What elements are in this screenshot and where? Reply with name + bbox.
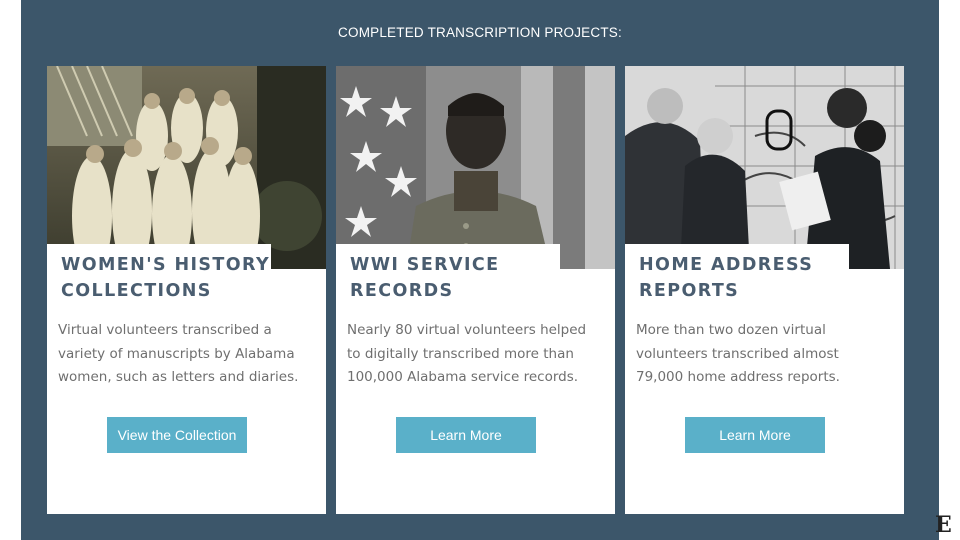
card-photo-women-group bbox=[47, 66, 326, 269]
project-card-home-address: HOME ADDRESS REPORTS More than two dozen… bbox=[625, 66, 904, 514]
card-title-line: WOMEN'S HISTORY bbox=[61, 255, 271, 275]
card-title-line: WWI SERVICE bbox=[350, 255, 500, 275]
card-description-line: Virtual volunteers transcribed a bbox=[58, 322, 272, 338]
card-title-box: WWI SERVICE RECORDS bbox=[336, 244, 560, 304]
card-title-line: RECORDS bbox=[350, 281, 454, 301]
card-description-line: More than two dozen virtual bbox=[636, 322, 826, 338]
card-description: Nearly 80 virtual volunteers helped to d… bbox=[347, 319, 609, 390]
card-description-line: women, such as letters and diaries. bbox=[58, 369, 299, 385]
card-description: Virtual volunteers transcribed a variety… bbox=[58, 319, 320, 390]
photo-soldier-portrait-icon bbox=[336, 66, 615, 269]
card-title-line: COLLECTIONS bbox=[61, 281, 212, 301]
card-description-line: to digitally transcribed more than bbox=[347, 345, 574, 362]
card-description-line: 79,000 home address reports. bbox=[636, 369, 840, 385]
project-card-womens-history: WOMEN'S HISTORY COLLECTIONS Virtual volu… bbox=[47, 66, 326, 514]
card-photo-women-map bbox=[625, 66, 904, 269]
card-description-line: 100,000 Alabama service records. bbox=[347, 369, 579, 385]
learn-more-button[interactable]: Learn More bbox=[685, 417, 825, 453]
card-title-box: HOME ADDRESS REPORTS bbox=[625, 244, 849, 304]
project-card-wwi-service: WWI SERVICE RECORDS Nearly 80 virtual vo… bbox=[336, 66, 615, 514]
card-title-box: WOMEN'S HISTORY COLLECTIONS bbox=[47, 244, 271, 304]
projects-panel: COMPLETED TRANSCRIPTION PROJECTS: WOMEN'… bbox=[21, 0, 939, 540]
photo-group-of-women-icon bbox=[47, 66, 326, 269]
edge-glyph: E bbox=[935, 512, 952, 538]
card-title-line: HOME ADDRESS bbox=[639, 255, 814, 275]
card-description-line: volunteers transcribed almost bbox=[636, 345, 839, 362]
view-collection-button[interactable]: View the Collection bbox=[107, 417, 247, 453]
card-photo-soldier bbox=[336, 66, 615, 269]
card-title-line: REPORTS bbox=[639, 281, 740, 301]
learn-more-button[interactable]: Learn More bbox=[396, 417, 536, 453]
card-description-line: Nearly 80 virtual volunteers helped bbox=[347, 322, 587, 338]
section-title: COMPLETED TRANSCRIPTION PROJECTS: bbox=[338, 25, 622, 40]
card-description-line: variety of manuscripts by Alabama bbox=[58, 345, 295, 362]
card-description: More than two dozen virtual volunteers t… bbox=[636, 319, 898, 390]
photo-women-at-map-icon bbox=[625, 66, 904, 269]
